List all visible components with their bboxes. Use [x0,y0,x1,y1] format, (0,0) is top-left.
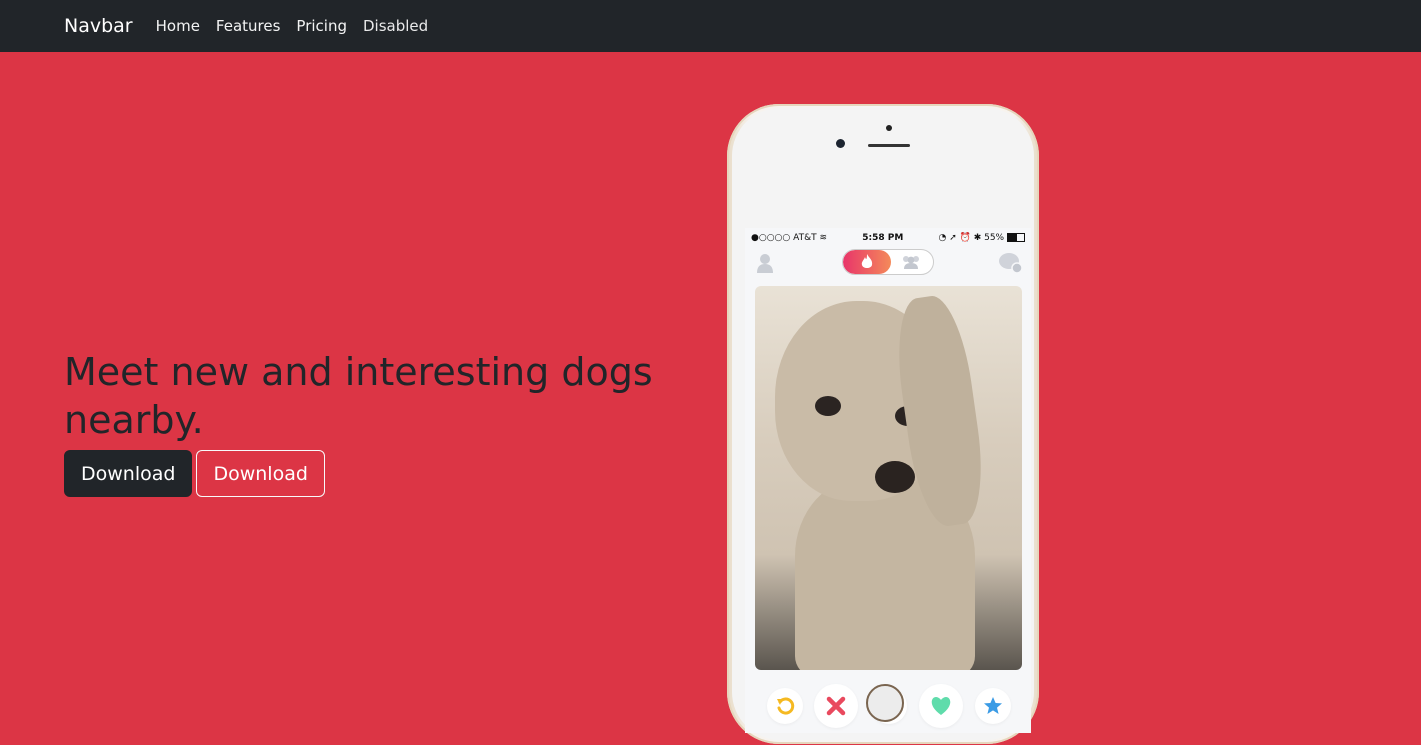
navbar-brand[interactable]: Navbar [64,15,133,37]
wifi-icon: ≋ [819,233,828,243]
profile-icon[interactable] [755,252,775,274]
like-button[interactable] [919,684,963,728]
rewind-icon [777,697,795,715]
hero-section: Meet new and interesting dogs nearby. Do… [0,52,1421,745]
flame-toggle-option[interactable] [843,250,891,274]
rewind-button[interactable] [767,688,803,724]
earpiece-speaker [868,144,910,147]
like-icon [931,697,951,715]
download-button-outline[interactable]: Download [196,450,325,497]
flame-icon [861,254,873,268]
front-camera [836,139,845,148]
hero-buttons: Download Download [64,450,325,497]
chat-icon[interactable] [999,252,1023,274]
phone-body: ●○○○○ AT&T ≋ 5:58 PM ◔ ➚ ⏰ ✱ 55% [732,108,1034,740]
battery-icon [1007,233,1025,242]
proximity-sensor [886,125,892,131]
home-button[interactable] [866,684,904,722]
nope-button[interactable] [814,684,858,728]
nav-link-pricing[interactable]: Pricing [296,17,347,35]
status-time: 5:58 PM [862,233,904,243]
super-like-icon [984,697,1002,714]
phone-mockup: ●○○○○ AT&T ≋ 5:58 PM ◔ ➚ ⏰ ✱ 55% [727,104,1039,744]
nav-link-features[interactable]: Features [216,17,281,35]
dog-nose [875,461,915,493]
status-icons: ◔ ➚ ⏰ ✱ [938,233,985,243]
super-like-button[interactable] [975,688,1011,724]
nav-link-home[interactable]: Home [156,17,200,35]
carrier-label: ●○○○○ AT&T ≋ [751,233,828,243]
download-button-primary[interactable]: Download [64,450,193,497]
status-right: ◔ ➚ ⏰ ✱ 55% [939,233,1025,243]
app-top-bar [745,248,1031,278]
mode-toggle[interactable] [842,249,934,275]
nope-icon [826,696,846,716]
status-bar: ●○○○○ AT&T ≋ 5:58 PM ◔ ➚ ⏰ ✱ 55% [751,231,1025,245]
dog-eye-left [815,396,841,416]
phone-screen: ●○○○○ AT&T ≋ 5:58 PM ◔ ➚ ⏰ ✱ 55% [745,228,1031,733]
navbar: Navbar Home Features Pricing Disabled [0,0,1421,52]
dog-profile-card[interactable] [755,286,1022,670]
group-icon[interactable] [899,254,923,270]
hero-headline: Meet new and interesting dogs nearby. [64,350,653,442]
nav-link-disabled[interactable]: Disabled [363,17,428,35]
